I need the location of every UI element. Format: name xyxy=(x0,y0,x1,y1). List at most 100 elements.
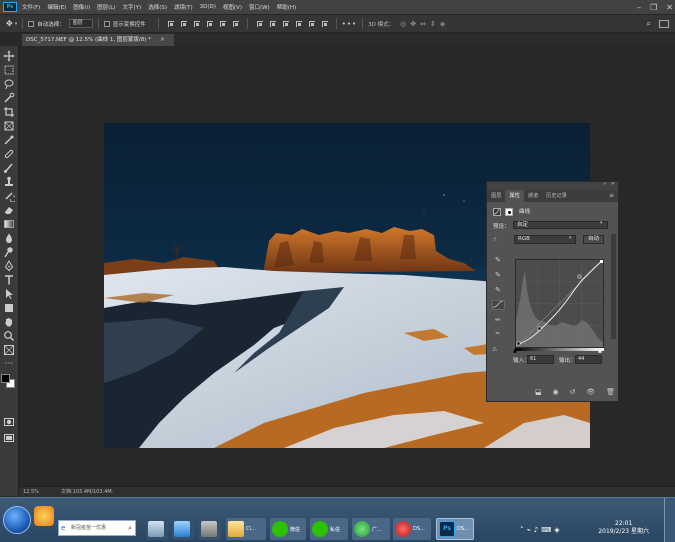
reset-icon[interactable]: ↺ xyxy=(570,387,576,397)
tray-app-icon[interactable]: ◈ xyxy=(554,526,559,534)
lasso-tool-icon[interactable] xyxy=(3,78,15,90)
menu-file[interactable]: 文件(F) xyxy=(22,3,40,11)
smooth-curve-icon[interactable]: ≈ xyxy=(495,330,500,337)
restore-icon[interactable]: ❐ xyxy=(650,3,657,12)
search-icon[interactable]: ⌕ xyxy=(647,19,651,29)
taskbar-chat[interactable]: 私信 xyxy=(310,518,348,540)
trash-icon[interactable]: 🗑 xyxy=(606,387,615,397)
align-bottom-icon[interactable] xyxy=(193,20,200,27)
close-icon[interactable]: ✕ xyxy=(666,3,673,12)
panel-scrollbar[interactable] xyxy=(611,234,616,339)
taskbar-app-3[interactable] xyxy=(199,518,221,540)
path-select-tool-icon[interactable] xyxy=(3,288,15,300)
minimize-icon[interactable]: – xyxy=(637,3,641,12)
menu-help[interactable]: 帮助(H) xyxy=(277,3,296,11)
distribute-left-icon[interactable] xyxy=(295,20,302,27)
clip-to-layer-icon[interactable]: ⬓ xyxy=(535,387,542,397)
taskbar-viewer[interactable]: DS... xyxy=(393,518,431,540)
move-tool-icon[interactable]: ✥ xyxy=(6,19,13,28)
crop-tool-icon[interactable] xyxy=(3,106,15,118)
start-button[interactable] xyxy=(3,506,31,534)
status-arrow-icon[interactable]: › xyxy=(111,487,113,497)
distribute-hcenter-icon[interactable] xyxy=(308,20,315,27)
taskbar-app-1[interactable] xyxy=(146,518,168,540)
taskbar-app-2[interactable] xyxy=(172,518,194,540)
taskbar-photoshop[interactable]: Ps DS... xyxy=(436,518,474,540)
shape-tool-icon[interactable] xyxy=(3,302,15,314)
document-tab[interactable]: DSC_5717.NEF @ 12.5% (曲线 1, 图层蒙版/8) * xyxy=(22,34,174,46)
gradient-tool-icon[interactable] xyxy=(3,218,15,230)
menu-select[interactable]: 选择(S) xyxy=(148,3,167,11)
quick-select-tool-icon[interactable] xyxy=(3,92,15,104)
search-icon[interactable]: ⌕ xyxy=(128,521,132,535)
distribute-right-icon[interactable] xyxy=(321,20,328,27)
tray-network-icon[interactable]: ⌁ xyxy=(527,526,531,534)
distribute-top-icon[interactable] xyxy=(256,20,263,27)
layer-mask-icon[interactable] xyxy=(505,208,513,216)
history-brush-tool-icon[interactable] xyxy=(3,190,17,203)
taskbar-guang[interactable]: 广... xyxy=(352,518,390,540)
menu-image[interactable]: 图像(I) xyxy=(73,3,90,11)
menu-edit[interactable]: 编辑(E) xyxy=(47,3,66,11)
align-left-icon[interactable] xyxy=(206,20,213,27)
view-previous-icon[interactable]: ◉ xyxy=(553,387,559,397)
curve-point-mode-icon[interactable] xyxy=(492,300,505,310)
3d-mode-icons[interactable]: ◎✥⇔⇕◈ xyxy=(400,20,449,28)
workspace-icon[interactable] xyxy=(659,19,669,28)
menu-3d[interactable]: 3D(D) xyxy=(200,4,216,10)
color-swatches[interactable] xyxy=(1,374,17,390)
move-tool-icon[interactable] xyxy=(3,50,15,62)
taskbar-wechat[interactable]: 微信 xyxy=(270,518,306,540)
menu-filter[interactable]: 滤镜(T) xyxy=(174,3,193,11)
eyedropper-white-icon[interactable]: ✎ xyxy=(495,286,501,294)
auto-button[interactable]: 自动 xyxy=(583,235,604,244)
app-icon-launcher[interactable] xyxy=(34,506,54,526)
taskbar-explorer[interactable]: C\... xyxy=(226,518,266,540)
chevron-down-icon[interactable]: ▾ xyxy=(569,235,572,241)
pen-tool-icon[interactable] xyxy=(3,260,15,272)
zoom-level[interactable]: 12.5% xyxy=(23,487,39,497)
distribute-vcenter-icon[interactable] xyxy=(269,20,276,27)
type-tool-icon[interactable] xyxy=(3,274,15,286)
healing-brush-tool-icon[interactable] xyxy=(3,148,15,160)
panel-header[interactable]: » ✕ xyxy=(487,181,618,190)
channel-dropdown[interactable]: RGB xyxy=(514,235,576,244)
brush-tool-icon[interactable] xyxy=(3,162,15,174)
preset-dropdown[interactable]: 自定 xyxy=(513,221,608,229)
distribute-bottom-icon[interactable] xyxy=(282,20,289,27)
tab-channels[interactable]: 通道 xyxy=(524,190,542,202)
curves-graph[interactable] xyxy=(515,259,604,348)
auto-select-checkbox[interactable] xyxy=(28,20,35,27)
edit-toolbar-icon[interactable] xyxy=(3,344,15,356)
clipping-warning-icon[interactable]: ⚠ xyxy=(492,346,497,353)
close-tab-icon[interactable]: × xyxy=(160,34,165,46)
chevron-down-icon[interactable]: ▾ xyxy=(15,21,18,27)
tab-properties[interactable]: 属性 xyxy=(505,190,524,202)
menu-layer[interactable]: 图层(L) xyxy=(97,3,115,11)
frame-tool-icon[interactable] xyxy=(3,120,15,132)
visibility-eye-icon[interactable]: 👁 xyxy=(586,387,595,397)
tray-volume-icon[interactable]: ♪ xyxy=(534,526,538,534)
eyedropper-black-icon[interactable]: ✎ xyxy=(495,256,501,264)
input-field[interactable]: 61 xyxy=(527,355,554,364)
panel-menu-icon[interactable]: ≡ xyxy=(609,190,614,202)
clone-stamp-tool-icon[interactable] xyxy=(3,176,15,188)
dodge-tool-icon[interactable] xyxy=(3,246,15,258)
menu-type[interactable]: 文字(Y) xyxy=(123,3,142,11)
tray-clock[interactable]: 22:01 2019/2/23 星期六 xyxy=(598,520,649,536)
align-vcenter-icon[interactable] xyxy=(180,20,187,27)
tab-history[interactable]: 历史记录 xyxy=(542,190,571,202)
align-hcenter-icon[interactable] xyxy=(219,20,226,27)
zoom-tool-icon[interactable] xyxy=(3,330,15,342)
screen-mode-icon[interactable] xyxy=(3,432,15,444)
black-point-slider[interactable]: ▲ xyxy=(513,348,517,354)
menu-view[interactable]: 视图(V) xyxy=(223,3,242,11)
tray-keyboard-icon[interactable]: ⌨ xyxy=(541,526,551,534)
menu-window[interactable]: 窗口(W) xyxy=(249,3,270,11)
more-options-icon[interactable]: ••• xyxy=(342,20,357,28)
white-point-slider[interactable]: ▲ xyxy=(598,348,602,354)
auto-select-dropdown[interactable]: 图层 xyxy=(68,19,93,28)
chevron-down-icon[interactable]: ▾ xyxy=(600,220,603,226)
more-tools-icon[interactable]: ··· xyxy=(3,358,15,370)
tab-layers[interactable]: 图层 xyxy=(487,190,505,202)
